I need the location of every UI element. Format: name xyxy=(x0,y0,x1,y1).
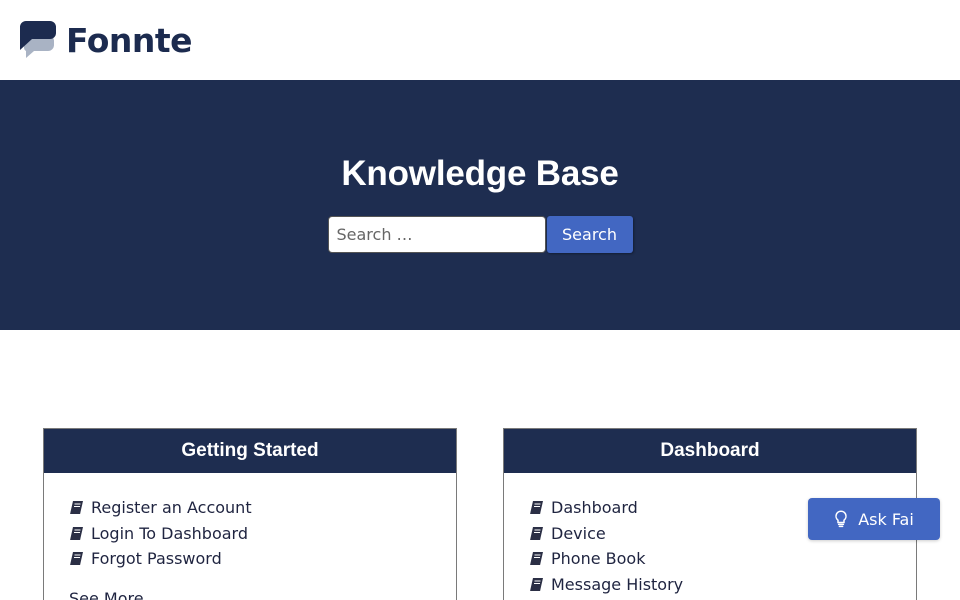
ask-fai-button[interactable]: Ask Fai xyxy=(808,498,940,540)
logo-text: Fonnte xyxy=(66,20,193,60)
article-link-forgot-password[interactable]: Forgot Password xyxy=(69,546,456,572)
article-list: Register an Account Login To Dashboard F… xyxy=(44,473,456,572)
ask-fai-label: Ask Fai xyxy=(858,509,914,529)
hero-section: Knowledge Base Search xyxy=(0,80,960,330)
article-title: Dashboard xyxy=(551,498,638,518)
lightbulb-icon xyxy=(835,510,847,528)
book-icon xyxy=(70,552,83,566)
search-button[interactable]: Search xyxy=(546,216,633,253)
book-icon xyxy=(70,501,83,515)
search-form: Search xyxy=(327,216,633,253)
article-title: Device xyxy=(551,523,606,543)
article-title: Message History xyxy=(551,574,684,594)
article-link-register[interactable]: Register an Account xyxy=(69,495,456,521)
article-link-message-history[interactable]: Message History xyxy=(529,572,916,598)
page-title: Knowledge Base xyxy=(341,154,619,193)
article-title: Forgot Password xyxy=(91,549,222,569)
card-title: Dashboard xyxy=(504,429,916,473)
article-title: Register an Account xyxy=(91,498,252,518)
see-more-link[interactable]: See More xyxy=(69,589,144,600)
top-navbar: Fonnte xyxy=(0,0,960,80)
chat-bubble-logo-icon xyxy=(20,21,56,58)
book-icon xyxy=(530,501,543,515)
fonnte-logo[interactable]: Fonnte xyxy=(20,20,193,60)
book-icon xyxy=(70,526,83,540)
card-getting-started: Getting Started Register an Account Logi… xyxy=(43,428,457,600)
article-link-phone-book[interactable]: Phone Book xyxy=(529,546,916,572)
book-icon xyxy=(530,526,543,540)
card-title: Getting Started xyxy=(44,429,456,473)
book-icon xyxy=(530,552,543,566)
article-title: Phone Book xyxy=(551,549,646,569)
article-title: Login To Dashboard xyxy=(91,523,248,543)
search-input[interactable] xyxy=(327,216,546,253)
article-link-login[interactable]: Login To Dashboard xyxy=(69,521,456,547)
book-icon xyxy=(530,577,543,591)
